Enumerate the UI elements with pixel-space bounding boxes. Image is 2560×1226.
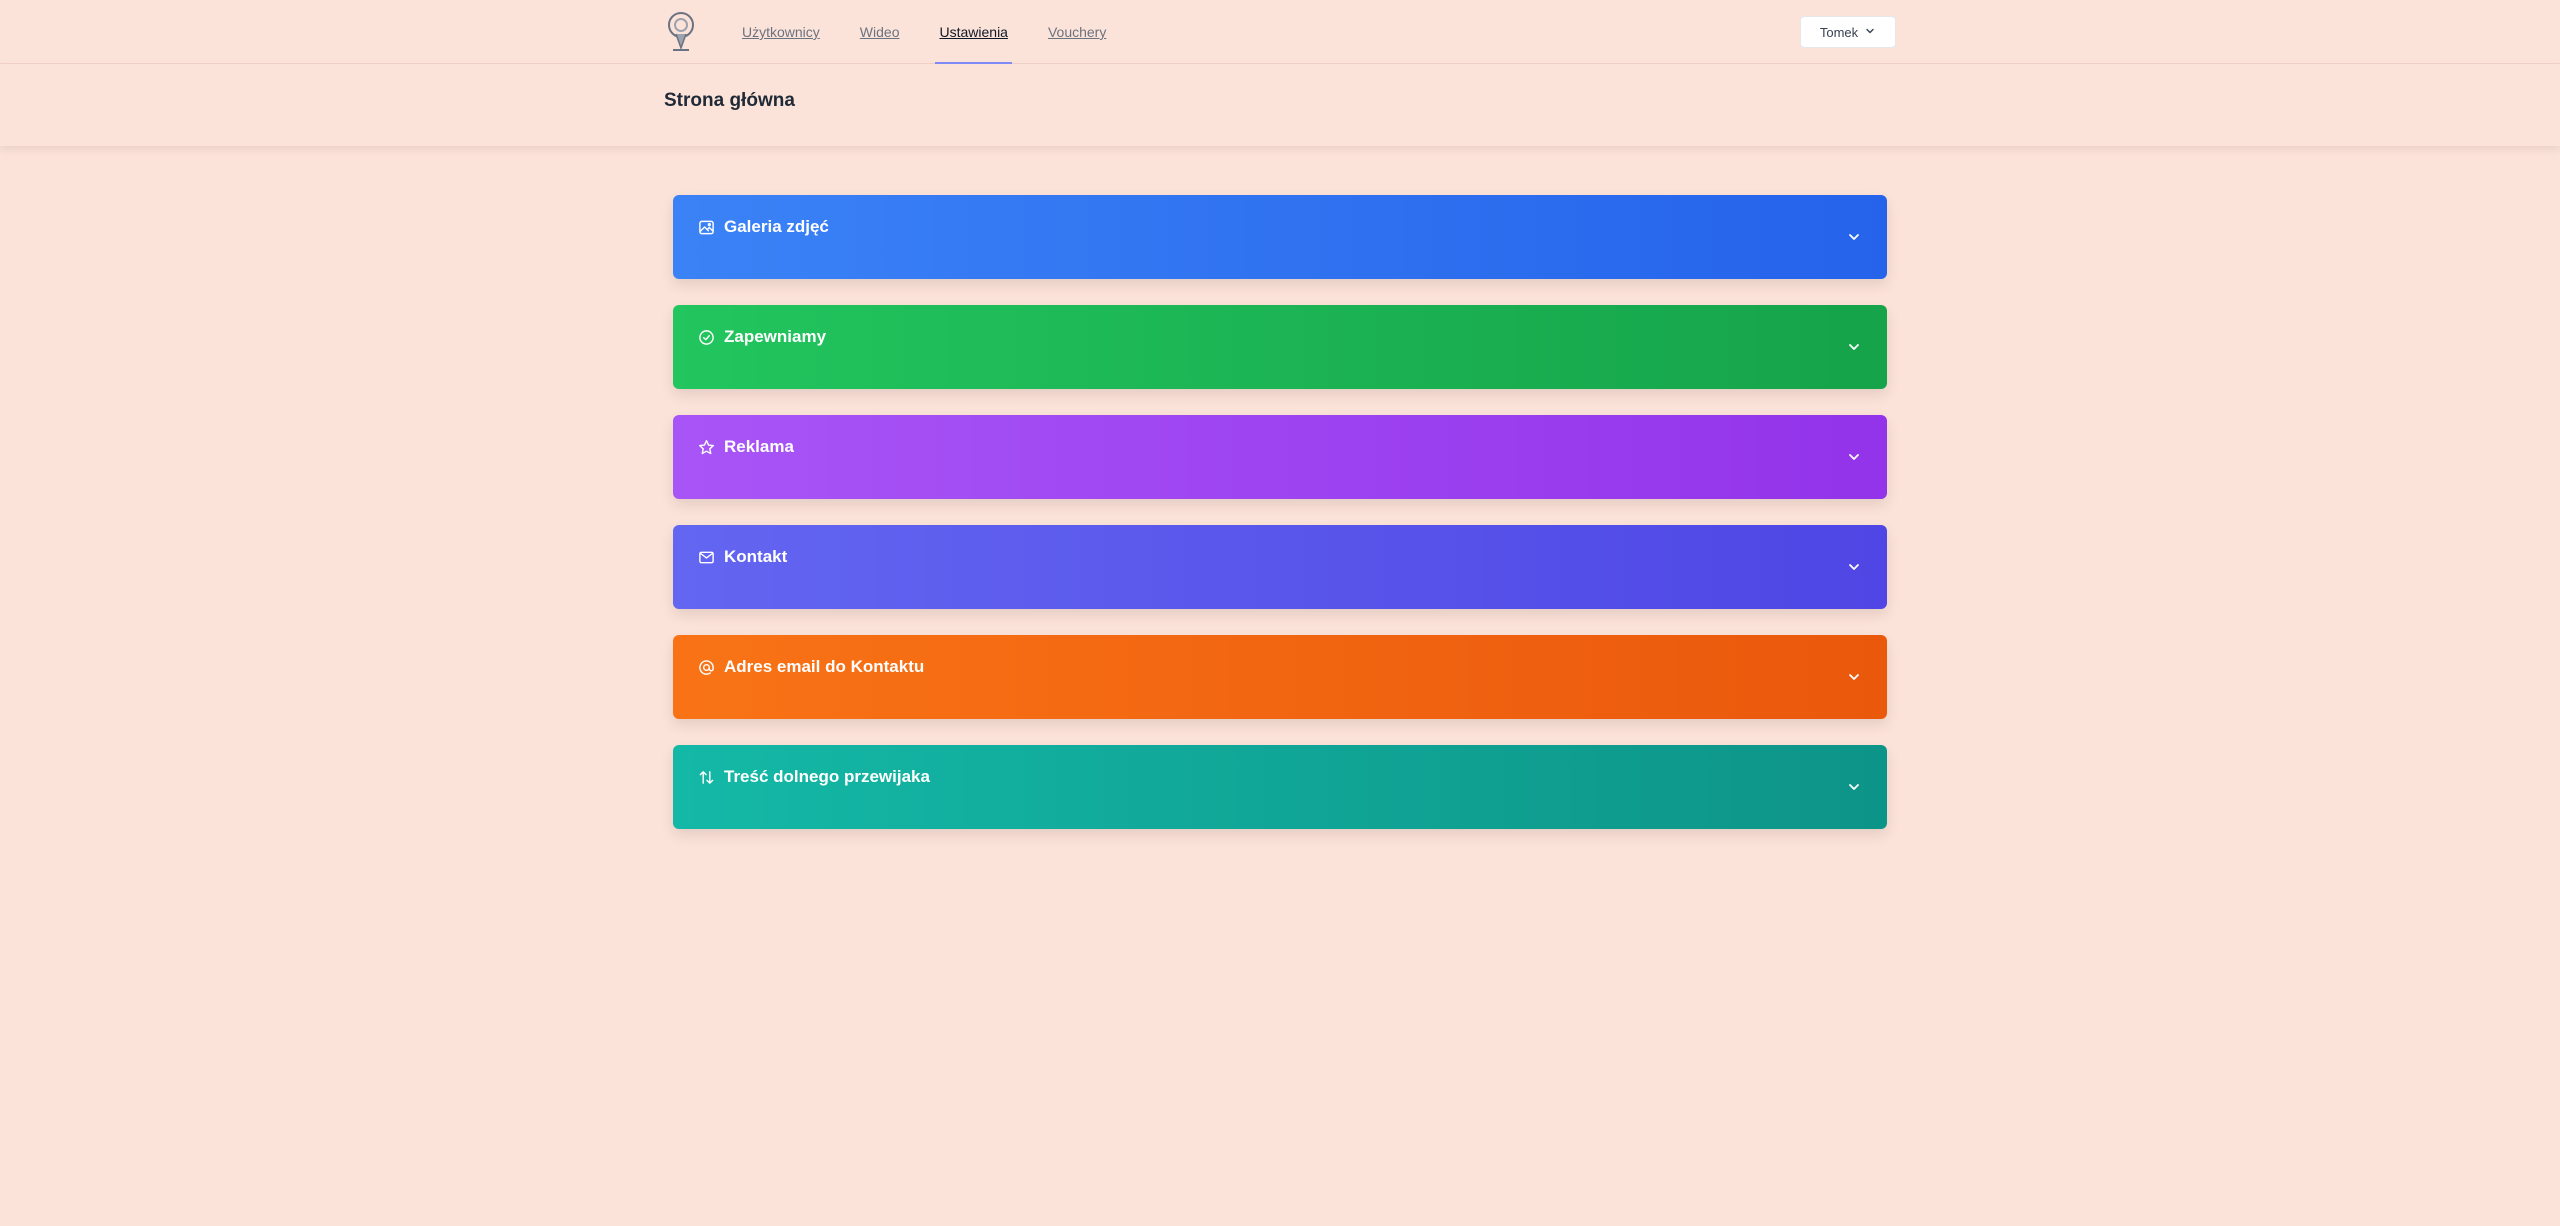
chevron-down-icon <box>1864 25 1876 40</box>
section-title: Reklama <box>724 437 794 456</box>
arrows-up-down-icon <box>698 769 715 786</box>
nav-links: Użytkownicy Wideo Ustawienia Vouchery <box>738 0 1142 64</box>
chevron-down-icon[interactable] <box>1846 669 1862 685</box>
check-circle-icon <box>698 329 715 346</box>
section-header: Reklama <box>698 437 794 457</box>
section-title: Galeria zdjęć <box>724 217 829 236</box>
star-icon <box>698 439 715 456</box>
logo-icon[interactable] <box>664 10 698 52</box>
section-header: Galeria zdjęć <box>698 217 829 237</box>
section-tresc-dolnego-przewijaka[interactable]: Treść dolnego przewijaka <box>673 745 1887 829</box>
section-header: Treść dolnego przewijaka <box>698 767 930 787</box>
mail-icon <box>698 549 715 566</box>
nav-link-wideo[interactable]: Wideo <box>856 0 904 64</box>
top-navbar: Użytkownicy Wideo Ustawienia Vouchery To… <box>0 0 2560 64</box>
settings-sections: Galeria zdjęć Zapewniamy Reklama Kontakt… <box>673 195 1887 855</box>
chevron-down-icon[interactable] <box>1846 779 1862 795</box>
navbar-inner: Użytkownicy Wideo Ustawienia Vouchery To… <box>664 0 1896 64</box>
nav-link-uzytkownicy[interactable]: Użytkownicy <box>738 0 824 64</box>
section-title: Zapewniamy <box>724 327 827 346</box>
section-galeria-zdjec[interactable]: Galeria zdjęć <box>673 195 1887 279</box>
chevron-down-icon[interactable] <box>1846 229 1862 245</box>
chevron-down-icon[interactable] <box>1846 559 1862 575</box>
image-icon <box>698 219 715 236</box>
chevron-down-icon[interactable] <box>1846 339 1862 355</box>
at-sign-icon <box>698 659 715 676</box>
section-title: Treść dolnego przewijaka <box>724 767 930 786</box>
page-title: Strona główna <box>664 90 795 111</box>
nav-link-ustawienia[interactable]: Ustawienia <box>935 0 1013 64</box>
section-title: Adres email do Kontaktu <box>724 657 925 676</box>
section-header: Kontakt <box>698 547 787 567</box>
user-menu-label: Tomek <box>1819 24 1859 40</box>
nav-link-vouchery[interactable]: Vouchery <box>1044 0 1110 64</box>
section-title: Kontakt <box>724 547 788 566</box>
section-header: Zapewniamy <box>698 327 826 347</box>
chevron-down-icon[interactable] <box>1846 449 1862 465</box>
section-zapewniamy[interactable]: Zapewniamy <box>673 305 1887 389</box>
user-menu-button[interactable]: Tomek <box>1800 16 1896 48</box>
section-kontakt[interactable]: Kontakt <box>673 525 1887 609</box>
page-header: Strona główna <box>0 64 2560 146</box>
section-reklama[interactable]: Reklama <box>673 415 1887 499</box>
section-adres-email[interactable]: Adres email do Kontaktu <box>673 635 1887 719</box>
section-header: Adres email do Kontaktu <box>698 657 924 677</box>
